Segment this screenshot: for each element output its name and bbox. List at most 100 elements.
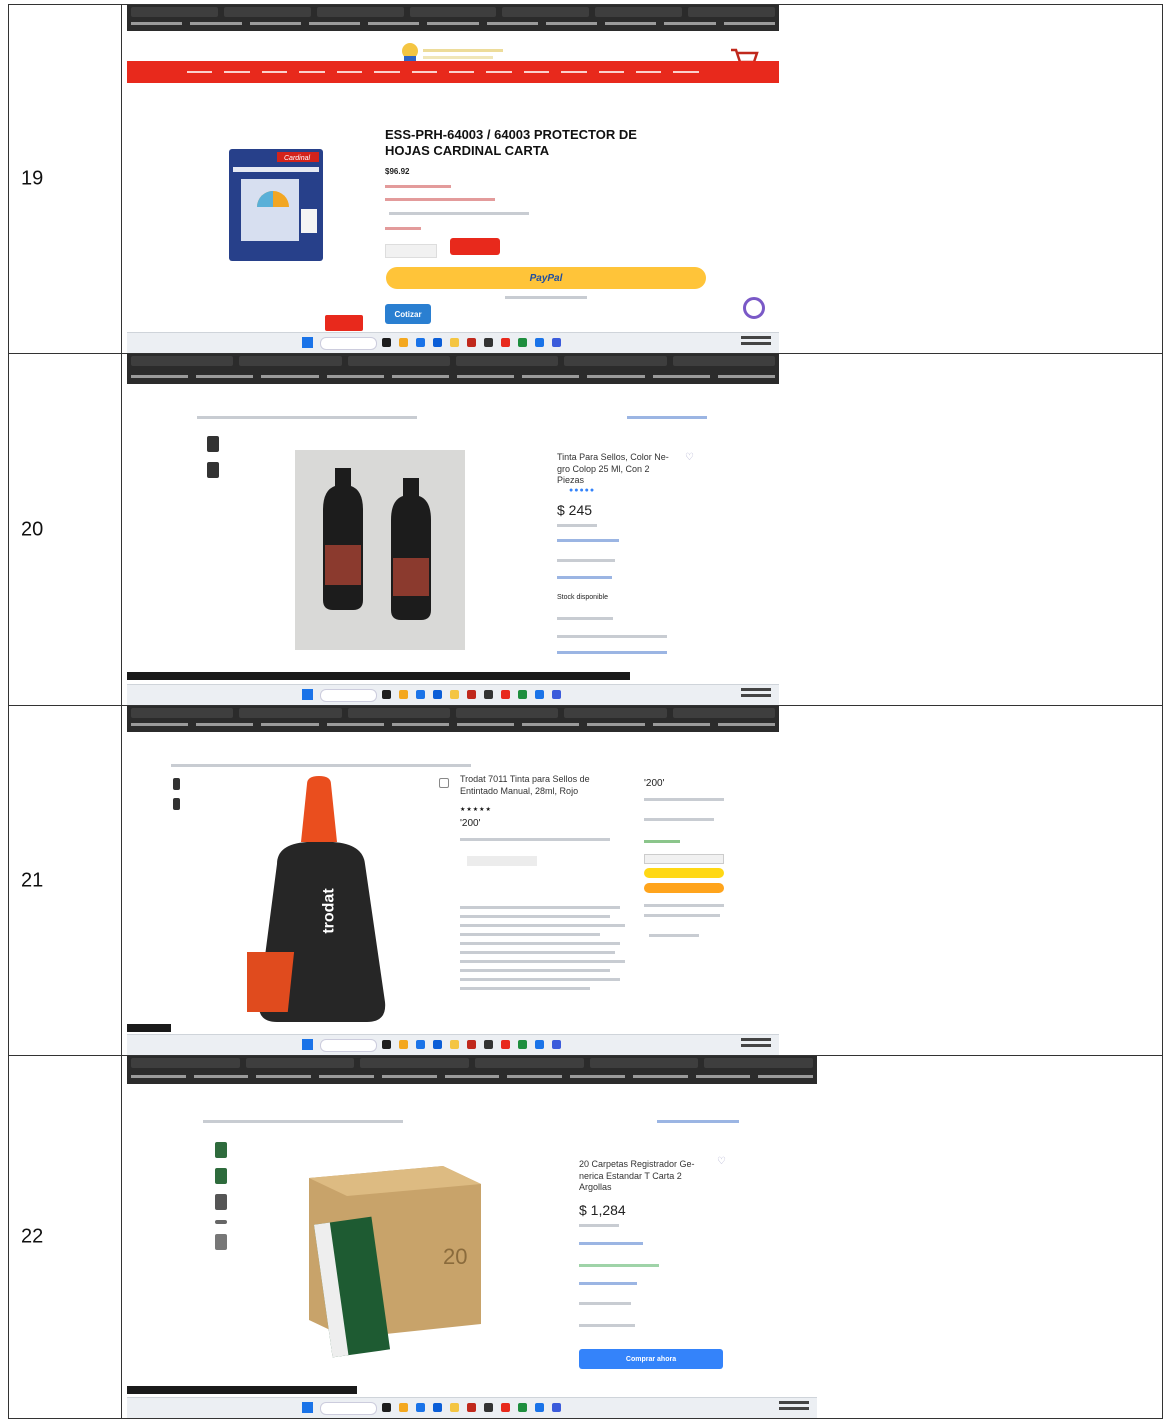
stock-text — [579, 1302, 631, 1305]
buy-now-label: Comprar ahora — [625, 1355, 677, 1363]
side-stock-text — [644, 840, 680, 843]
product-price: $96.92 — [385, 167, 410, 176]
sell-link[interactable] — [627, 416, 707, 419]
store-screenshot: Cardinal ESS-PRH-64003 / 64003 PROTECTOR… — [127, 5, 779, 353]
shipping-text — [557, 559, 615, 562]
paypal-tagline — [505, 296, 587, 299]
cotizar-button[interactable]: Cotizar — [385, 304, 431, 324]
marketplace-screenshot: 20 20 Carpetas Registrador Ge- nerica Es… — [127, 1056, 817, 1418]
row-number-cell: 20 — [8, 353, 122, 706]
free-shipping-text — [579, 1264, 659, 1267]
product-image: Cardinal — [227, 145, 327, 265]
side-location-text — [644, 818, 714, 821]
amazon-screenshot: trodat Trodat 7011 Tinta para Sellos de … — [127, 706, 779, 1055]
chat-icon[interactable] — [743, 297, 765, 319]
buy-now-button[interactable] — [644, 883, 724, 893]
screenshot-cell: Cardinal ESS-PRH-64003 / 64003 PROTECTOR… — [121, 4, 1163, 354]
browser-bar — [127, 354, 779, 384]
rating-stars: ●●●●● — [569, 487, 596, 494]
screenshot-cell: Tinta Para Sellos, Color Ne- gro Colop 2… — [121, 353, 1163, 706]
row-number: 19 — [21, 167, 44, 190]
row-number: 20 — [21, 518, 44, 540]
box-number: 20 — [443, 1244, 468, 1269]
add-to-cart-button[interactable] — [644, 868, 724, 878]
breadcrumb — [197, 416, 417, 419]
product-title: 20 Carpetas Registrador Ge- nerica Estan… — [579, 1159, 695, 1194]
side-price-value: 200 — [645, 778, 663, 789]
payment-methods-link[interactable] — [579, 1242, 643, 1245]
add-to-cart-button[interactable] — [450, 238, 500, 255]
quantity-selector[interactable] — [557, 617, 613, 620]
share-icon[interactable] — [439, 778, 449, 788]
seller-info — [644, 904, 724, 907]
product-price: $ 1,284 — [579, 1202, 626, 1218]
sell-link[interactable] — [657, 1120, 739, 1123]
favorite-icon[interactable]: ♡ — [717, 1156, 726, 1167]
shipping-link[interactable] — [579, 1282, 637, 1285]
product-title-line: ESS-PRH-64003 / 64003 PROTECTOR DE — [385, 127, 637, 142]
seller-info-2 — [644, 914, 720, 917]
store-nav-bar — [127, 61, 779, 83]
screenshot-cell: trodat Trodat 7011 Tinta para Sellos de … — [121, 705, 1163, 1056]
product-image: trodat — [237, 772, 397, 1026]
price-note — [385, 185, 451, 188]
bullet-list — [460, 906, 630, 996]
floating-red-button[interactable] — [325, 315, 363, 331]
stock-text: Stock disponible — [557, 594, 608, 601]
status-url-bar — [127, 1024, 171, 1032]
product-image — [295, 450, 465, 650]
paypal-label: PayPal — [529, 272, 563, 284]
breadcrumb — [171, 764, 471, 767]
package-brand: Cardinal — [284, 155, 311, 162]
availability-note — [385, 227, 421, 230]
quantity-selector[interactable] — [644, 854, 724, 864]
side-price: '200' — [644, 778, 665, 789]
product-title-line: Piezas — [557, 475, 585, 485]
product-title-line: Entintado Manual, 28ml, Rojo — [460, 785, 579, 796]
product-title: Trodat 7011 Tinta para Sellos de Entinta… — [460, 774, 590, 797]
quantity-selector[interactable] — [579, 1324, 635, 1327]
side-delivery-text — [644, 798, 724, 801]
terms-checkbox-text — [389, 212, 529, 215]
product-title-line: nerica Estandar T Carta 2 — [579, 1170, 682, 1181]
windows-taskbar — [127, 332, 779, 353]
payment-methods-link[interactable] — [557, 539, 619, 542]
login-note — [385, 198, 495, 201]
windows-taskbar — [127, 1034, 779, 1055]
browser-bar — [127, 5, 779, 31]
product-title-line: Argollas — [579, 1182, 612, 1192]
quantity-field[interactable] — [385, 244, 437, 258]
status-url-bar — [127, 672, 630, 680]
browser-bar — [127, 1056, 817, 1084]
bottle-brand: trodat — [320, 888, 338, 934]
table-row: 22 20 20 Carpetas Registrador Ge- nerica… — [8, 1055, 1163, 1419]
gift-option — [649, 934, 699, 937]
available-text — [557, 635, 667, 638]
browser-bar — [127, 706, 779, 732]
product-title-line: Trodat 7011 Tinta para Sellos de — [460, 774, 590, 784]
row-number-cell: 22 — [8, 1055, 122, 1419]
buy-now-button[interactable]: Comprar ahora — [579, 1349, 723, 1369]
product-title-line: gro Colop 25 Ml, Con 2 — [557, 463, 650, 474]
product-price-value: 200 — [461, 818, 479, 829]
thumbnail-strip — [215, 1142, 227, 1260]
row-number-cell: 19 — [8, 4, 122, 354]
thumbnail-strip — [173, 778, 180, 820]
installments-text — [557, 524, 597, 527]
rating-stars: ★★★★★ — [460, 807, 492, 813]
breadcrumb — [203, 1120, 403, 1123]
row-number-cell: 21 — [8, 705, 122, 1056]
thumbnail-strip — [207, 436, 219, 488]
screenshot-table: 19 Cardinal ESS-PRH-64003 / 64003 PROTEC… — [8, 4, 1163, 1419]
marketplace-screenshot: Tinta Para Sellos, Color Ne- gro Colop 2… — [127, 354, 779, 705]
shipping-link[interactable] — [557, 576, 612, 579]
windows-taskbar — [127, 1397, 817, 1418]
delivery-text — [460, 838, 610, 841]
favorite-icon[interactable]: ♡ — [685, 452, 694, 463]
paypal-button[interactable]: PayPal — [386, 267, 706, 289]
product-price: $ 245 — [557, 502, 593, 518]
product-title: ESS-PRH-64003 / 64003 PROTECTOR DE HOJAS… — [385, 127, 637, 159]
buy-button-partial[interactable] — [557, 651, 667, 654]
screenshot-cell: 20 20 Carpetas Registrador Ge- nerica Es… — [121, 1055, 1163, 1419]
table-row: 20 Tinta Para Sellos, Color Ne- gro Colo… — [8, 353, 1163, 706]
